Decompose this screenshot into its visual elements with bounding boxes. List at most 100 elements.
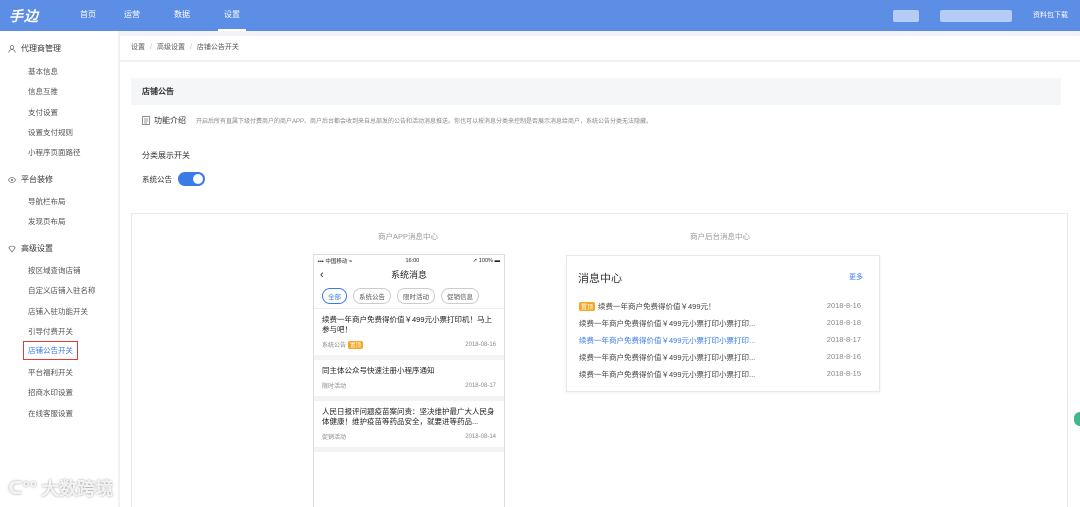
- sidebar-item-store-notice-switch[interactable]: 店铺公告开关: [23, 341, 78, 360]
- breadcrumb-item[interactable]: 设置: [131, 44, 145, 51]
- sidebar-item-basic-info[interactable]: 基本信息: [28, 66, 58, 77]
- intro-label: 功能介绍: [154, 116, 186, 125]
- list-item[interactable]: 人民日报评问题疫苗案问责：坚决维护最广大人民身体健康！维护疫苗等药品安全，就要进…: [314, 401, 504, 452]
- phone-title: 系统消息: [390, 270, 427, 280]
- chip-promotion[interactable]: 促销信息: [441, 288, 479, 304]
- watermark-text: 大数跨境: [41, 479, 114, 499]
- list-item[interactable]: 同主体公众号快速注册小程序通知 限时活动 2018-08-17: [314, 360, 504, 401]
- message-date: 2018-08-16: [465, 341, 496, 348]
- watermark: ᑕ°° 大数跨境: [8, 475, 113, 501]
- sidebar-item-online-service[interactable]: 在线客服设置: [28, 408, 73, 419]
- table-row[interactable]: 续费一年商户免费得价值￥499元小票打印小票打印... 2018-8-17: [579, 335, 861, 346]
- phone-header: ‹ 系统消息: [314, 266, 504, 285]
- message-meta: 促销活动 2018-08-14: [322, 432, 496, 442]
- message-title: 同主体公众号快速注册小程序通知: [322, 366, 435, 375]
- sidebar-group-label: 代理商管理: [21, 44, 61, 53]
- sidebar-item-region-search[interactable]: 按区域查询店铺: [28, 265, 81, 276]
- sidebar-item-payment-rules[interactable]: 设置支付规则: [28, 127, 73, 138]
- admin-title: 消息中心: [578, 273, 622, 285]
- nav-data[interactable]: 数据: [166, 0, 198, 31]
- chip-all[interactable]: 全部: [322, 288, 347, 304]
- download-link[interactable]: 资料包下载: [1033, 0, 1068, 31]
- breadcrumb-separator: /: [150, 44, 152, 51]
- row-text: 续费一年商户免费得价值￥499元小票打印小票打印...: [579, 336, 756, 345]
- system-notice-toggle[interactable]: [178, 172, 205, 186]
- sidebar-item-paid-guide-switch[interactable]: 引导付费开关: [28, 326, 73, 337]
- sidebar-item-watermark-settings[interactable]: 招商水印设置: [28, 387, 73, 398]
- sidebar-item-payment-settings[interactable]: 支付设置: [28, 107, 58, 118]
- list-item[interactable]: 续费一年商户免费得价值￥499元小票打印机！马上参与吧！ 系统公告 置顶 2018…: [314, 309, 504, 360]
- sidebar-group-label: 平台装修: [21, 175, 53, 184]
- sidebar: 代理商管理 基本信息 信息互推 支付设置 设置支付规则 小程序页面路径 平台装修…: [0, 31, 118, 507]
- sidebar-group-decoration[interactable]: 平台装修: [8, 174, 53, 185]
- sidebar-group-advanced[interactable]: 高级设置: [8, 243, 53, 254]
- system-notice-toggle-row: 系统公告: [142, 172, 205, 186]
- chip-system[interactable]: 系统公告: [353, 288, 391, 304]
- toggle-label: 系统公告: [142, 174, 172, 184]
- sidebar-item-welfare-switch[interactable]: 平台福利开关: [28, 367, 73, 378]
- message-meta: 限时活动 2018-08-17: [322, 381, 496, 391]
- sidebar-item-store-entry-switch[interactable]: 店铺入驻功能开关: [28, 306, 88, 317]
- category-switch-title: 分类展示开关: [142, 151, 190, 160]
- toggle-knob: [193, 174, 203, 184]
- row-text: 续费一年商户免费得价值￥499元小票打印小票打印...: [579, 370, 756, 379]
- row-date: 2018-8-16: [826, 301, 861, 310]
- admin-message-center: 消息中心 更多 置顶 续费一年商户免费得价值￥499元！ 2018-8-16 续费…: [566, 255, 880, 392]
- carrier: 中国移动: [325, 258, 348, 265]
- top-navigation-bar: 手边 首页 运营 数据 设置 资料包下载: [0, 0, 1080, 31]
- sidebar-item-navbar-layout[interactable]: 导航栏布局: [28, 196, 66, 207]
- app-preview-label: 商户APP消息中心: [378, 232, 439, 241]
- battery-icon: ▬: [494, 257, 500, 264]
- user-icon: [8, 44, 16, 53]
- message-meta: 系统公告 置顶 2018-08-16: [322, 340, 496, 349]
- breadcrumb-separator: /: [189, 44, 192, 51]
- table-row[interactable]: 续费一年商户免费得价值￥499元小票打印小票打印... 2018-8-15: [579, 369, 861, 380]
- sidebar-group-label: 高级设置: [21, 244, 53, 253]
- redacted-username: [940, 10, 1012, 22]
- chip-limited[interactable]: 限时活动: [397, 288, 435, 304]
- sidebar-item-miniprogram-path[interactable]: 小程序页面路径: [28, 147, 81, 158]
- nav-operations[interactable]: 运营: [115, 0, 149, 31]
- eye-icon: [8, 176, 16, 183]
- message-title: 续费一年商户免费得价值￥499元小票打印机！马上参与吧！: [322, 315, 493, 334]
- pinned-badge: 置顶: [348, 341, 364, 349]
- sidebar-group-agent[interactable]: 代理商管理: [8, 43, 61, 54]
- breadcrumb-item[interactable]: 高级设置: [157, 44, 185, 51]
- phone-time: 16:00: [405, 257, 420, 264]
- nav-settings[interactable]: 设置: [218, 0, 246, 31]
- phone-mockup: ▪▪▪ 中国移动 ≈ 16:00 ➚ 100% ▬ ‹ 系统消息 全部 系统公告…: [313, 254, 505, 507]
- row-date: 2018-8-15: [826, 369, 861, 378]
- row-text: 续费一年商户免费得价值￥499元！: [598, 302, 716, 311]
- floating-widget-tab[interactable]: [1074, 412, 1080, 426]
- nav-home[interactable]: 首页: [70, 0, 106, 31]
- wifi-icon: ≈: [348, 258, 352, 265]
- admin-preview-label: 商户后台消息中心: [690, 232, 750, 241]
- pinned-badge: 置顶: [579, 302, 596, 311]
- table-row[interactable]: 续费一年商户免费得价值￥499元小票打印小票打印... 2018-8-18: [579, 318, 861, 329]
- row-date: 2018-8-17: [826, 335, 861, 344]
- more-link[interactable]: 更多: [849, 272, 863, 282]
- row-date: 2018-8-16: [826, 352, 861, 361]
- category-chips: 全部 系统公告 限时活动 促销信息: [314, 285, 504, 309]
- back-arrow-icon[interactable]: ‹: [320, 266, 324, 285]
- diamond-icon: [8, 245, 16, 253]
- breadcrumb-current: 店铺公告开关: [196, 44, 239, 51]
- panel-title: 店铺公告: [131, 78, 1061, 105]
- sidebar-item-discover-layout[interactable]: 发现页布局: [28, 216, 66, 227]
- table-row[interactable]: 置顶 续费一年商户免费得价值￥499元！ 2018-8-16: [579, 301, 861, 312]
- message-date: 2018-08-14: [465, 433, 496, 440]
- main-content: 店铺公告 功能介绍 开启后所有直属下级付费商户的商户APP、商户后台都会收到来自…: [120, 62, 1080, 507]
- phone-status-bar: ▪▪▪ 中国移动 ≈ 16:00 ➚ 100% ▬: [314, 255, 504, 266]
- sidebar-item-info-push[interactable]: 信息互推: [28, 86, 58, 97]
- document-icon: [142, 116, 150, 125]
- signal-icon: ▪▪▪: [318, 258, 324, 265]
- redacted-avatar: [893, 10, 919, 22]
- intro-description: 开启后所有直属下级付费商户的商户APP、商户后台都会收到来自总部发的公告和活动消…: [196, 119, 653, 125]
- message-tag: 限时活动: [322, 384, 347, 390]
- row-text: 续费一年商户免费得价值￥499元小票打印小票打印...: [579, 353, 756, 362]
- sidebar-item-custom-store-name[interactable]: 自定义店铺入驻名称: [28, 285, 96, 296]
- app-logo[interactable]: 手边: [9, 6, 39, 26]
- message-title: 人民日报评问题疫苗案问责：坚决维护最广大人民身体健康！维护疫苗等药品安全，就要进…: [322, 407, 495, 426]
- preview-area: 商户APP消息中心 商户后台消息中心 ▪▪▪ 中国移动 ≈ 16:00 ➚ 10…: [131, 213, 1068, 507]
- table-row[interactable]: 续费一年商户免费得价值￥499元小票打印小票打印... 2018-8-16: [579, 352, 861, 363]
